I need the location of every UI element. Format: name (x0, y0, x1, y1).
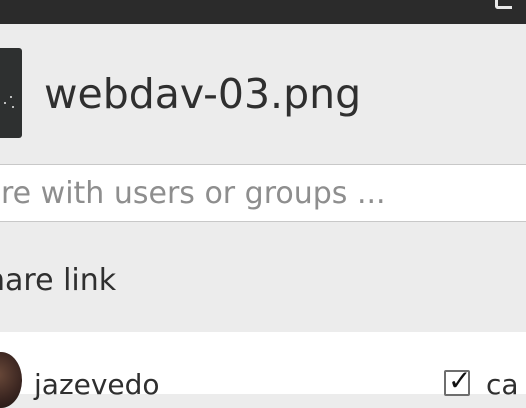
can-share-checkbox[interactable]: ✓ (444, 364, 471, 397)
file-thumbnail (0, 48, 22, 138)
shared-user-row: jazevedo ✓ ca (0, 332, 526, 408)
user-avatar (0, 352, 22, 408)
can-share-label: ca (486, 368, 519, 401)
checkmark-icon: ✓ (448, 364, 472, 397)
user-name: jazevedo (34, 368, 160, 401)
share-link-label: hare link (0, 263, 117, 298)
file-header: webdav-03.png (0, 24, 526, 164)
file-name: webdav-03.png (44, 70, 362, 118)
share-link-row[interactable]: hare link (0, 222, 526, 332)
window-titlebar (0, 0, 526, 24)
dropdown-icon[interactable] (495, 0, 512, 9)
share-input-placeholder: re with users or groups ... (1, 176, 386, 211)
share-with-input[interactable]: re with users or groups ... (0, 164, 526, 222)
